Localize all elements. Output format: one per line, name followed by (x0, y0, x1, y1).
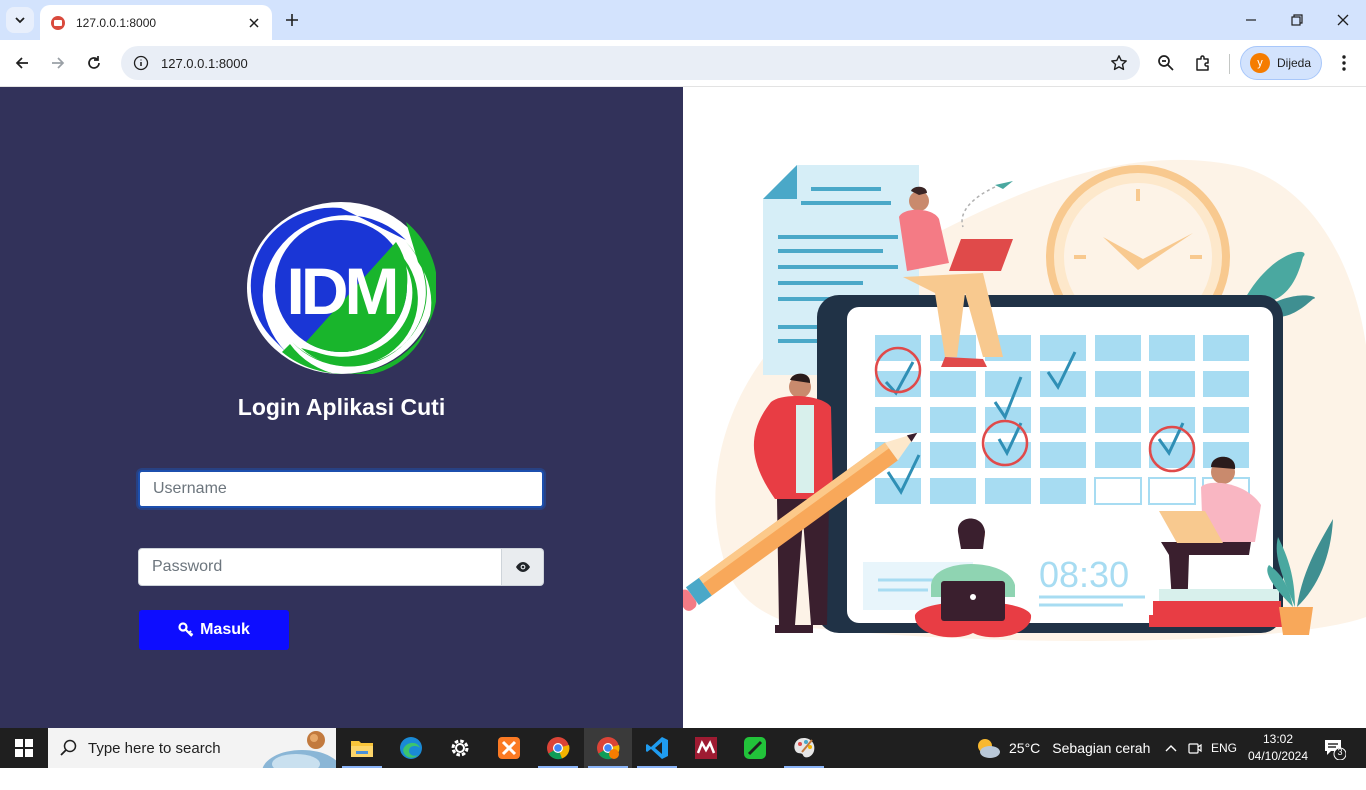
reload-button[interactable] (80, 49, 108, 77)
login-panel: IDM Login Aplikasi Cuti Masuk (0, 87, 683, 728)
tab-title: 127.0.0.1:8000 (76, 15, 157, 30)
windows-taskbar: Type here to search 25°C Sebagian cerah (0, 728, 1366, 768)
taskbar-line[interactable] (731, 728, 779, 768)
vscode-icon (646, 737, 668, 759)
browser-toolbar: 127.0.0.1:8000 y Dijeda (0, 40, 1366, 87)
browser-tab-strip: 127.0.0.1:8000 (0, 0, 1366, 40)
site-info-icon[interactable] (133, 55, 149, 71)
show-hidden-icons-button[interactable] (1160, 728, 1182, 768)
edge-icon (400, 737, 422, 759)
schedule-illustration: 08:30 (683, 159, 1366, 641)
login-title: Login Aplikasi Cuti (237, 394, 446, 420)
zoom-icon (1158, 55, 1174, 71)
browser-menu-button[interactable] (1330, 49, 1358, 77)
extensions-button[interactable] (1189, 49, 1217, 77)
browser-tab[interactable]: 127.0.0.1:8000 (40, 5, 272, 40)
taskbar-settings[interactable] (436, 728, 484, 768)
notification-center-button[interactable]: 3 (1322, 736, 1347, 761)
restore-icon (1291, 14, 1303, 26)
clock-display-text: 08:30 (1039, 554, 1129, 595)
start-button[interactable] (0, 728, 48, 768)
login-button[interactable]: Masuk (139, 610, 289, 650)
toggle-password-button[interactable] (502, 548, 544, 586)
toolbar-separator (1229, 54, 1230, 74)
folder-icon (351, 741, 373, 757)
back-button[interactable] (8, 49, 36, 77)
windows-logo-icon (15, 739, 33, 757)
taskbar-clock[interactable]: 13:02 04/10/2024 (1245, 731, 1311, 765)
logo-text: IDM (287, 254, 396, 328)
weather-temperature: 25°C (1009, 740, 1041, 756)
weather-widget[interactable]: 25°C Sebagian cerah (975, 728, 1150, 768)
partly-cloudy-icon (978, 739, 1000, 758)
taskbar-edge[interactable] (387, 728, 435, 768)
zoom-button[interactable] (1152, 49, 1180, 77)
chrome-profile-icon (597, 737, 620, 760)
tab-search-button[interactable] (6, 7, 34, 33)
taskbar-chrome-profile[interactable] (584, 728, 632, 768)
url-text[interactable]: 127.0.0.1:8000 (161, 56, 248, 71)
clock-time: 13:02 (1262, 732, 1294, 746)
new-tab-button[interactable] (281, 9, 303, 31)
close-icon (1337, 14, 1349, 26)
password-input[interactable] (138, 548, 502, 586)
taskbar-file-explorer[interactable] (338, 728, 386, 768)
input-language-indicator[interactable]: ENG (1208, 728, 1240, 768)
line-icon (744, 737, 766, 759)
taskbar-xampp[interactable] (485, 728, 533, 768)
mendeley-icon (695, 737, 717, 759)
search-icon (60, 739, 77, 756)
chevron-down-icon (15, 17, 25, 24)
meet-now-button[interactable] (1184, 728, 1206, 768)
taskbar-mendeley[interactable] (682, 728, 730, 768)
chrome-icon (547, 737, 570, 760)
camera-icon (1188, 743, 1202, 754)
address-bar[interactable]: 127.0.0.1:8000 (121, 46, 1140, 80)
taskbar-vscode[interactable] (633, 728, 681, 768)
illustration-panel: 08:30 (683, 87, 1366, 728)
gear-icon (451, 739, 469, 757)
taskbar-chrome[interactable] (534, 728, 582, 768)
taskbar-search-placeholder: Type here to search (88, 739, 221, 757)
reload-icon (88, 56, 100, 69)
eye-icon (515, 562, 530, 572)
page-favicon-icon (51, 15, 65, 30)
chevron-up-icon (1165, 745, 1177, 752)
arrow-left-icon (15, 57, 28, 69)
idm-logo: IDM (247, 202, 436, 374)
more-vertical-icon (1342, 55, 1346, 71)
password-group (138, 548, 544, 586)
plus-icon (286, 14, 298, 26)
arrow-right-icon (52, 57, 65, 69)
clock-date: 04/10/2024 (1247, 749, 1309, 763)
minimize-icon (1246, 19, 1256, 21)
username-input[interactable] (138, 470, 544, 508)
login-button-label: Masuk (200, 621, 250, 638)
close-window-button[interactable] (1320, 0, 1366, 40)
weather-condition: Sebagian cerah (1052, 740, 1151, 756)
forward-button[interactable] (44, 49, 72, 77)
taskbar-paint[interactable] (780, 728, 828, 768)
xampp-icon (498, 737, 520, 759)
notification-count-badge: 3 (1337, 747, 1343, 757)
key-icon (178, 622, 194, 637)
minimize-window-button[interactable] (1228, 0, 1274, 40)
page-content: IDM Login Aplikasi Cuti Masuk (0, 87, 1366, 728)
bookmark-star-icon[interactable] (1110, 54, 1128, 72)
paint-palette-icon (794, 738, 815, 758)
avatar: y (1250, 53, 1270, 73)
restore-window-button[interactable] (1274, 0, 1320, 40)
profile-button[interactable]: y Dijeda (1240, 46, 1322, 80)
taskbar-search-box[interactable]: Type here to search (48, 728, 336, 768)
puzzle-icon (1196, 55, 1209, 71)
close-tab-icon[interactable] (246, 15, 262, 31)
screen-bottom-strip (0, 768, 1366, 790)
profile-name: Dijeda (1277, 56, 1312, 70)
search-highlight-icon (262, 731, 336, 768)
